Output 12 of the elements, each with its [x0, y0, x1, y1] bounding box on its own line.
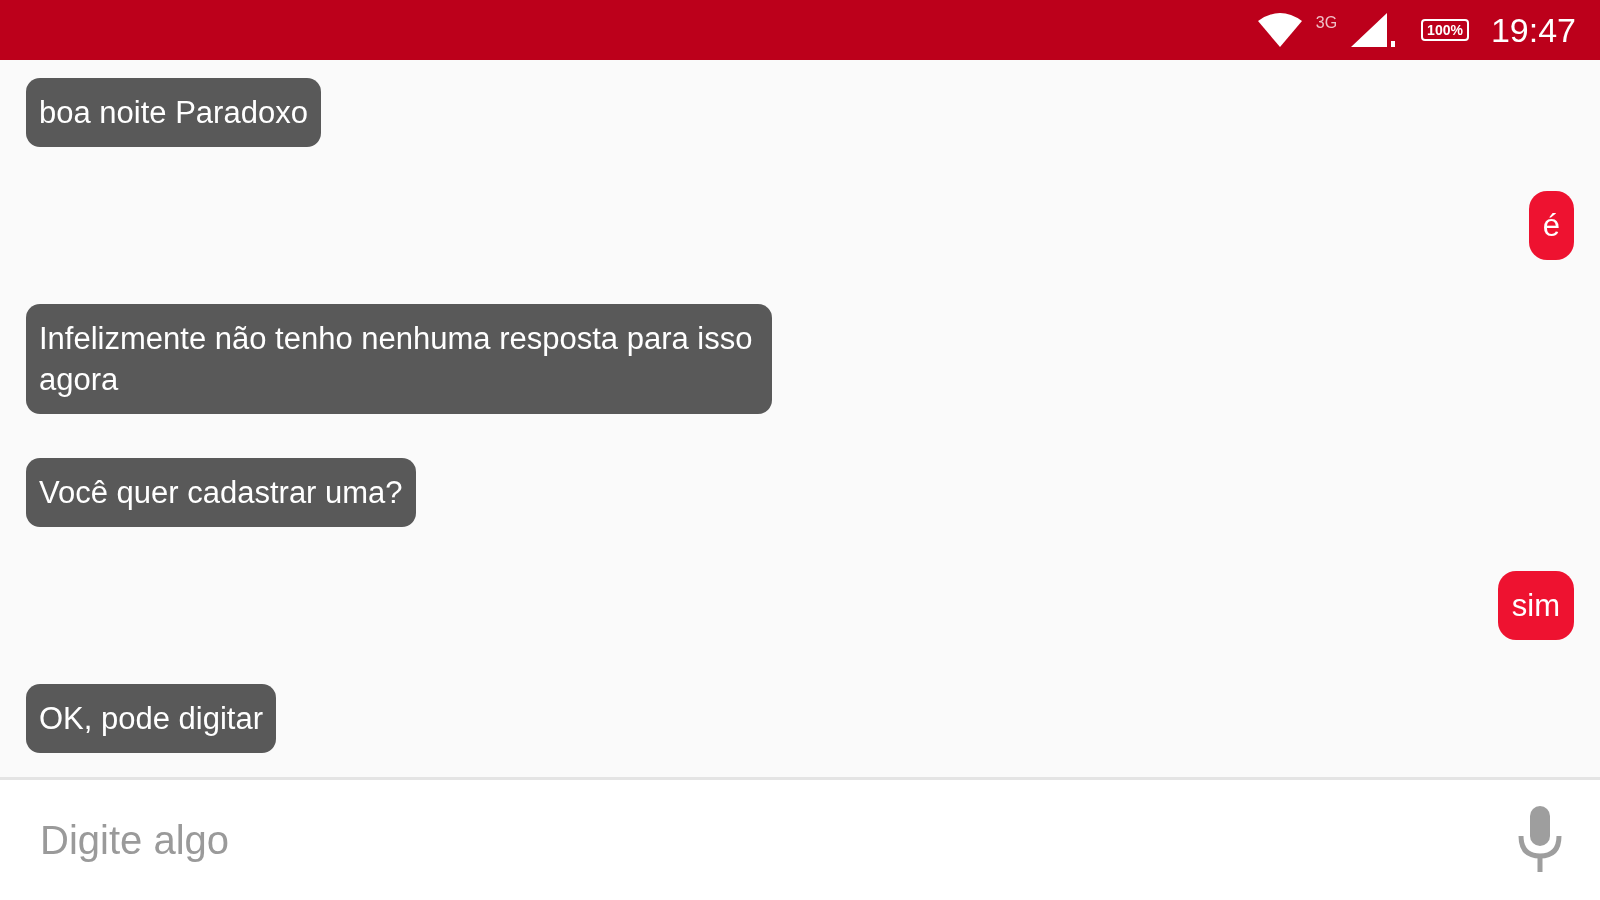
- wifi-icon: [1257, 13, 1302, 47]
- clock: 19:47: [1490, 10, 1576, 50]
- received-message-bubble: boa noite Paradoxo: [26, 78, 321, 147]
- battery-indicator: 100%: [1421, 19, 1469, 41]
- microphone-icon[interactable]: [1516, 806, 1564, 874]
- sent-message-bubble: sim: [1497, 571, 1574, 640]
- network-type: 3G: [1315, 14, 1338, 32]
- received-message-bubble: Infelizmente não tenho nenhuma resposta para isso agora: [26, 304, 772, 414]
- sent-message-bubble: é: [1528, 191, 1574, 260]
- signal-icon: [1351, 13, 1398, 47]
- received-message-bubble: OK, pode digitar: [26, 684, 277, 753]
- received-message-bubble: Você quer cadastrar uma?: [26, 458, 416, 527]
